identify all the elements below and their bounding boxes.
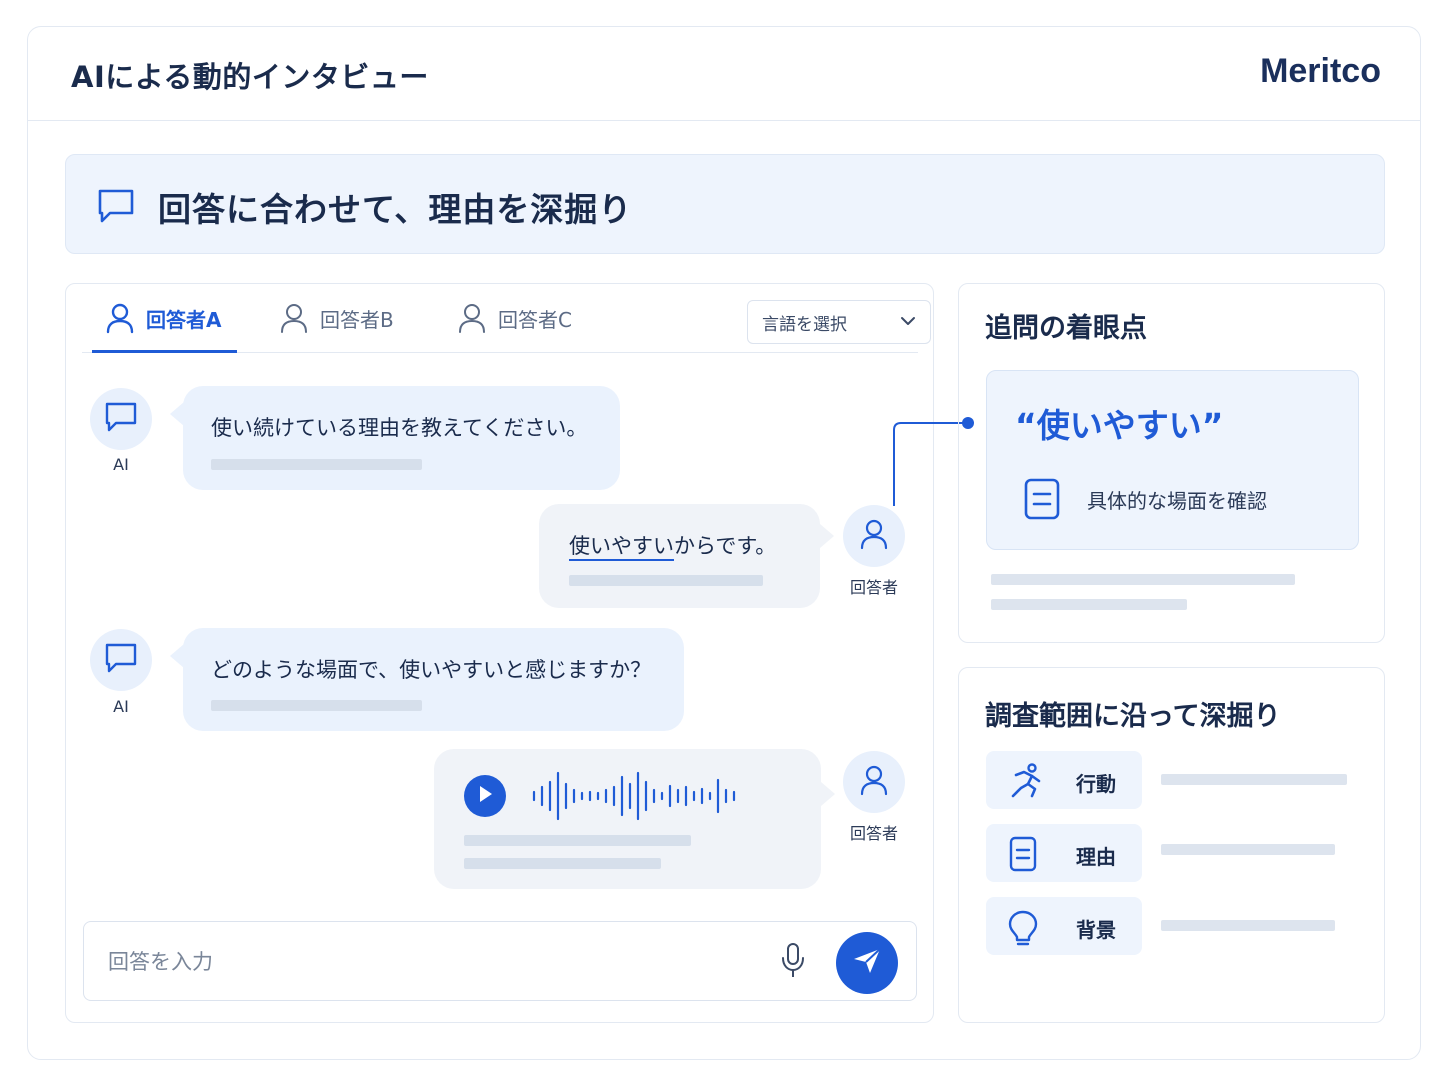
panel-heading: 追問の着眼点 — [985, 313, 1147, 344]
running-person-icon — [1006, 763, 1046, 803]
chat-bubble-icon — [104, 401, 138, 437]
tab-respondent-b[interactable]: 回答者B — [280, 300, 394, 352]
language-select-value: 言語を選択 — [762, 314, 847, 335]
scope-item-label: 理由 — [1076, 845, 1116, 869]
chat-panel: 回答者A 回答者B 回答者C 言語を選択 AI 使い続けている理由を教えてくださ… — [65, 283, 934, 1023]
play-button[interactable] — [464, 775, 506, 817]
ai-avatar — [90, 388, 152, 450]
tab-respondent-a[interactable]: 回答者A — [91, 300, 239, 353]
ai-avatar — [90, 629, 152, 691]
scope-panel: 調査範囲に沿って深掘り 行動 理由 背景 — [958, 667, 1385, 1023]
scope-item-behavior[interactable]: 行動 — [986, 751, 1142, 809]
ai-message: どのような場面で、使いやすいと感じますか？ — [183, 628, 684, 731]
tab-label: 回答者C — [498, 308, 572, 332]
focus-action: 具体的な場面を確認 — [1087, 489, 1267, 513]
respondent-audio-message — [434, 749, 821, 889]
person-icon — [859, 517, 889, 555]
respondent-message: 使いやすいからです。 — [539, 504, 820, 608]
chat-bubble-icon — [96, 187, 136, 229]
person-icon — [280, 304, 308, 339]
scope-item-background[interactable]: 背景 — [986, 897, 1142, 955]
language-select[interactable]: 言語を選択 — [747, 300, 931, 344]
tab-label: 回答者B — [320, 308, 394, 332]
avatar-label: 回答者 — [849, 578, 898, 597]
person-icon — [458, 304, 486, 339]
banner-text: 回答に合わせて、理由を深掘り — [158, 190, 633, 229]
answer-input-box — [83, 921, 917, 1001]
document-icon — [1023, 477, 1061, 525]
feature-banner: 回答に合わせて、理由を深掘り — [65, 154, 1385, 254]
message-text: どのような場面で、使いやすいと感じますか？ — [211, 658, 652, 682]
person-icon — [106, 303, 134, 339]
send-button[interactable] — [836, 932, 898, 994]
chevron-down-icon — [900, 313, 916, 334]
person-icon — [859, 763, 889, 801]
document-icon — [1006, 836, 1040, 876]
panel-heading: 調査範囲に沿って深掘り — [985, 701, 1281, 732]
message-text: 使い続けている理由を教えてください。 — [211, 416, 588, 440]
page-title: AIによる動的インタビュー — [71, 60, 429, 94]
microphone-icon[interactable] — [780, 942, 806, 984]
app-header: AIによる動的インタビュー Meritco — [27, 26, 1421, 121]
respondent-avatar — [843, 505, 905, 567]
brand-logo: Meritco — [1260, 52, 1381, 90]
play-icon — [476, 784, 494, 808]
respondent-tabs: 回答者A 回答者B 回答者C 言語を選択 — [82, 284, 931, 353]
focus-points-panel: 追問の着眼点 “使いやすい” 具体的な場面を確認 — [958, 283, 1385, 643]
respondent-avatar — [843, 751, 905, 813]
avatar-label: AI — [113, 697, 129, 716]
tab-respondent-c[interactable]: 回答者C — [458, 300, 572, 352]
ai-message: 使い続けている理由を教えてください。 — [183, 386, 620, 490]
scope-item-label: 背景 — [1076, 918, 1116, 942]
chat-bubble-icon — [104, 642, 138, 678]
audio-waveform-icon — [530, 771, 744, 825]
focus-keyword: “使いやすい” — [1015, 406, 1224, 445]
scope-item-label: 行動 — [1076, 772, 1116, 796]
avatar-label: 回答者 — [849, 824, 898, 843]
scope-item-reason[interactable]: 理由 — [986, 824, 1142, 882]
send-icon — [852, 947, 882, 979]
focus-card: “使いやすい” 具体的な場面を確認 — [986, 370, 1359, 550]
avatar-label: AI — [113, 455, 129, 474]
highlighted-keyword: 使いやすい — [569, 534, 674, 561]
lightbulb-icon — [1006, 909, 1040, 953]
answer-input[interactable] — [108, 944, 708, 980]
message-text: 使いやすいからです。 — [569, 530, 776, 561]
tab-label: 回答者A — [146, 308, 222, 332]
